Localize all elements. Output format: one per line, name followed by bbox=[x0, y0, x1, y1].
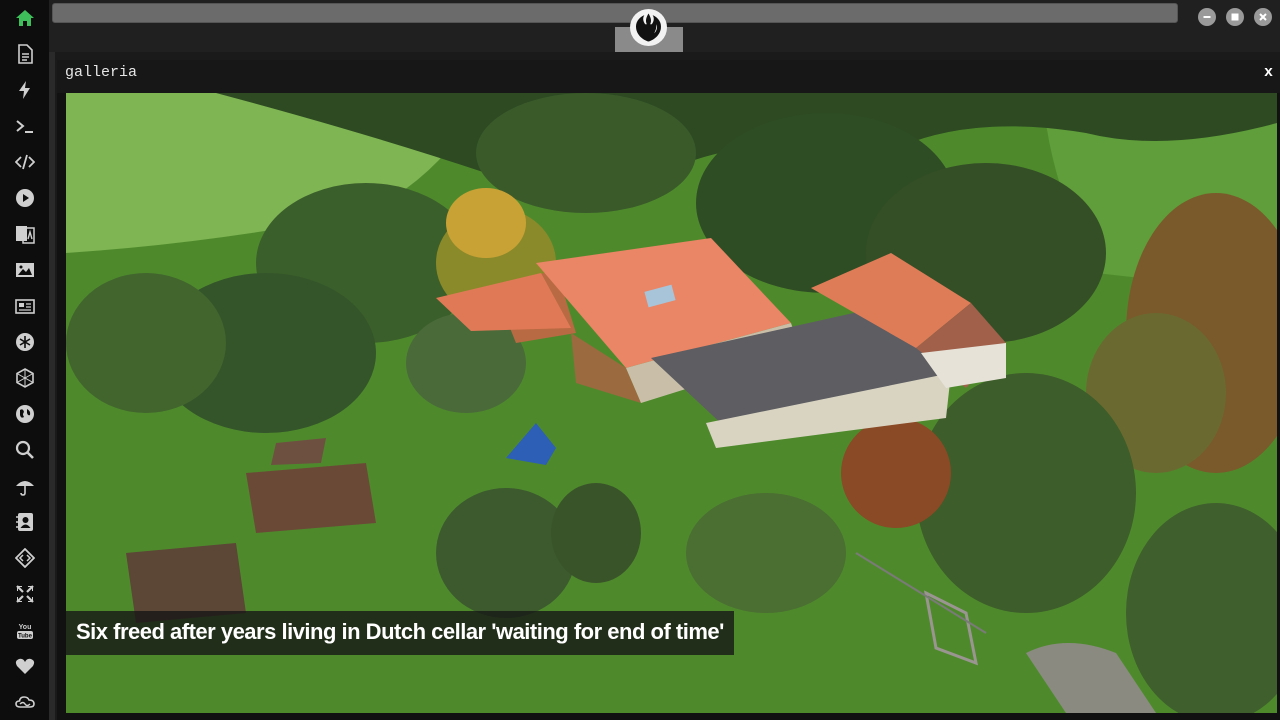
sidebar-item-terminal[interactable] bbox=[0, 108, 49, 144]
sidebar-item-snowflake[interactable] bbox=[0, 324, 49, 360]
close-window-button[interactable] bbox=[1254, 8, 1272, 26]
sidebar-item-youtube[interactable]: You Tube bbox=[0, 612, 49, 648]
sidebar-item-umbrella[interactable] bbox=[0, 468, 49, 504]
rebel-alliance-logo-icon bbox=[630, 9, 667, 46]
sidebar-item-search[interactable] bbox=[0, 432, 49, 468]
sidebar-item-play[interactable] bbox=[0, 180, 49, 216]
expand-icon bbox=[15, 585, 34, 603]
panel-close-button[interactable]: x bbox=[1264, 64, 1273, 81]
lightning-icon bbox=[18, 81, 30, 99]
globe-icon bbox=[15, 405, 34, 423]
sidebar-item-cloud[interactable] bbox=[0, 684, 49, 720]
sidebar-item-image[interactable] bbox=[0, 252, 49, 288]
news-icon bbox=[14, 299, 35, 314]
sidebar-item-globe[interactable] bbox=[0, 396, 49, 432]
snowflake-badge-icon bbox=[15, 333, 34, 351]
umbrella-icon bbox=[15, 481, 34, 496]
sidebar-item-hexagon[interactable] bbox=[0, 360, 49, 396]
sidebar-item-translate[interactable] bbox=[0, 216, 49, 252]
maximize-icon bbox=[1231, 13, 1239, 21]
sidebar-scrollbar[interactable] bbox=[49, 52, 55, 720]
photo-caption: Six freed after years living in Dutch ce… bbox=[66, 611, 734, 655]
close-icon bbox=[1259, 13, 1267, 21]
youtube-icon: You Tube bbox=[16, 624, 33, 640]
diamond-code-icon bbox=[14, 548, 35, 568]
play-icon bbox=[15, 189, 34, 207]
left-sidebar: You Tube bbox=[0, 0, 49, 720]
svg-text:You: You bbox=[18, 624, 31, 631]
sidebar-item-home[interactable] bbox=[0, 0, 49, 36]
minimize-icon bbox=[1203, 16, 1211, 18]
hexagon-icon bbox=[15, 368, 34, 388]
sidebar-item-news[interactable] bbox=[0, 288, 49, 324]
sidebar-item-document[interactable] bbox=[0, 36, 49, 72]
cloud-icon bbox=[14, 696, 35, 708]
terminal-icon bbox=[15, 120, 33, 133]
svg-text:Tube: Tube bbox=[18, 634, 33, 640]
gallery-panel: galleria x Six freed after years living … bbox=[57, 60, 1280, 720]
home-icon bbox=[15, 10, 34, 26]
address-bar[interactable] bbox=[52, 3, 1178, 23]
sidebar-item-lightning[interactable] bbox=[0, 72, 49, 108]
panel-title: galleria bbox=[65, 64, 138, 81]
translate-icon bbox=[15, 226, 35, 244]
maximize-button[interactable] bbox=[1226, 8, 1244, 26]
search-icon bbox=[15, 440, 34, 459]
sidebar-item-heart[interactable] bbox=[0, 648, 49, 684]
document-icon bbox=[17, 44, 33, 64]
contact-card-icon bbox=[15, 513, 33, 531]
gallery-photo[interactable]: Six freed after years living in Dutch ce… bbox=[66, 93, 1277, 713]
panel-header: galleria x bbox=[57, 60, 1280, 93]
sidebar-item-expand[interactable] bbox=[0, 576, 49, 612]
heart-icon bbox=[15, 658, 34, 674]
sidebar-item-contact[interactable] bbox=[0, 504, 49, 540]
minimize-button[interactable] bbox=[1198, 8, 1216, 26]
sidebar-item-code[interactable] bbox=[0, 144, 49, 180]
sidebar-item-diamond-code[interactable] bbox=[0, 540, 49, 576]
code-icon bbox=[14, 154, 35, 170]
image-icon bbox=[15, 263, 34, 277]
